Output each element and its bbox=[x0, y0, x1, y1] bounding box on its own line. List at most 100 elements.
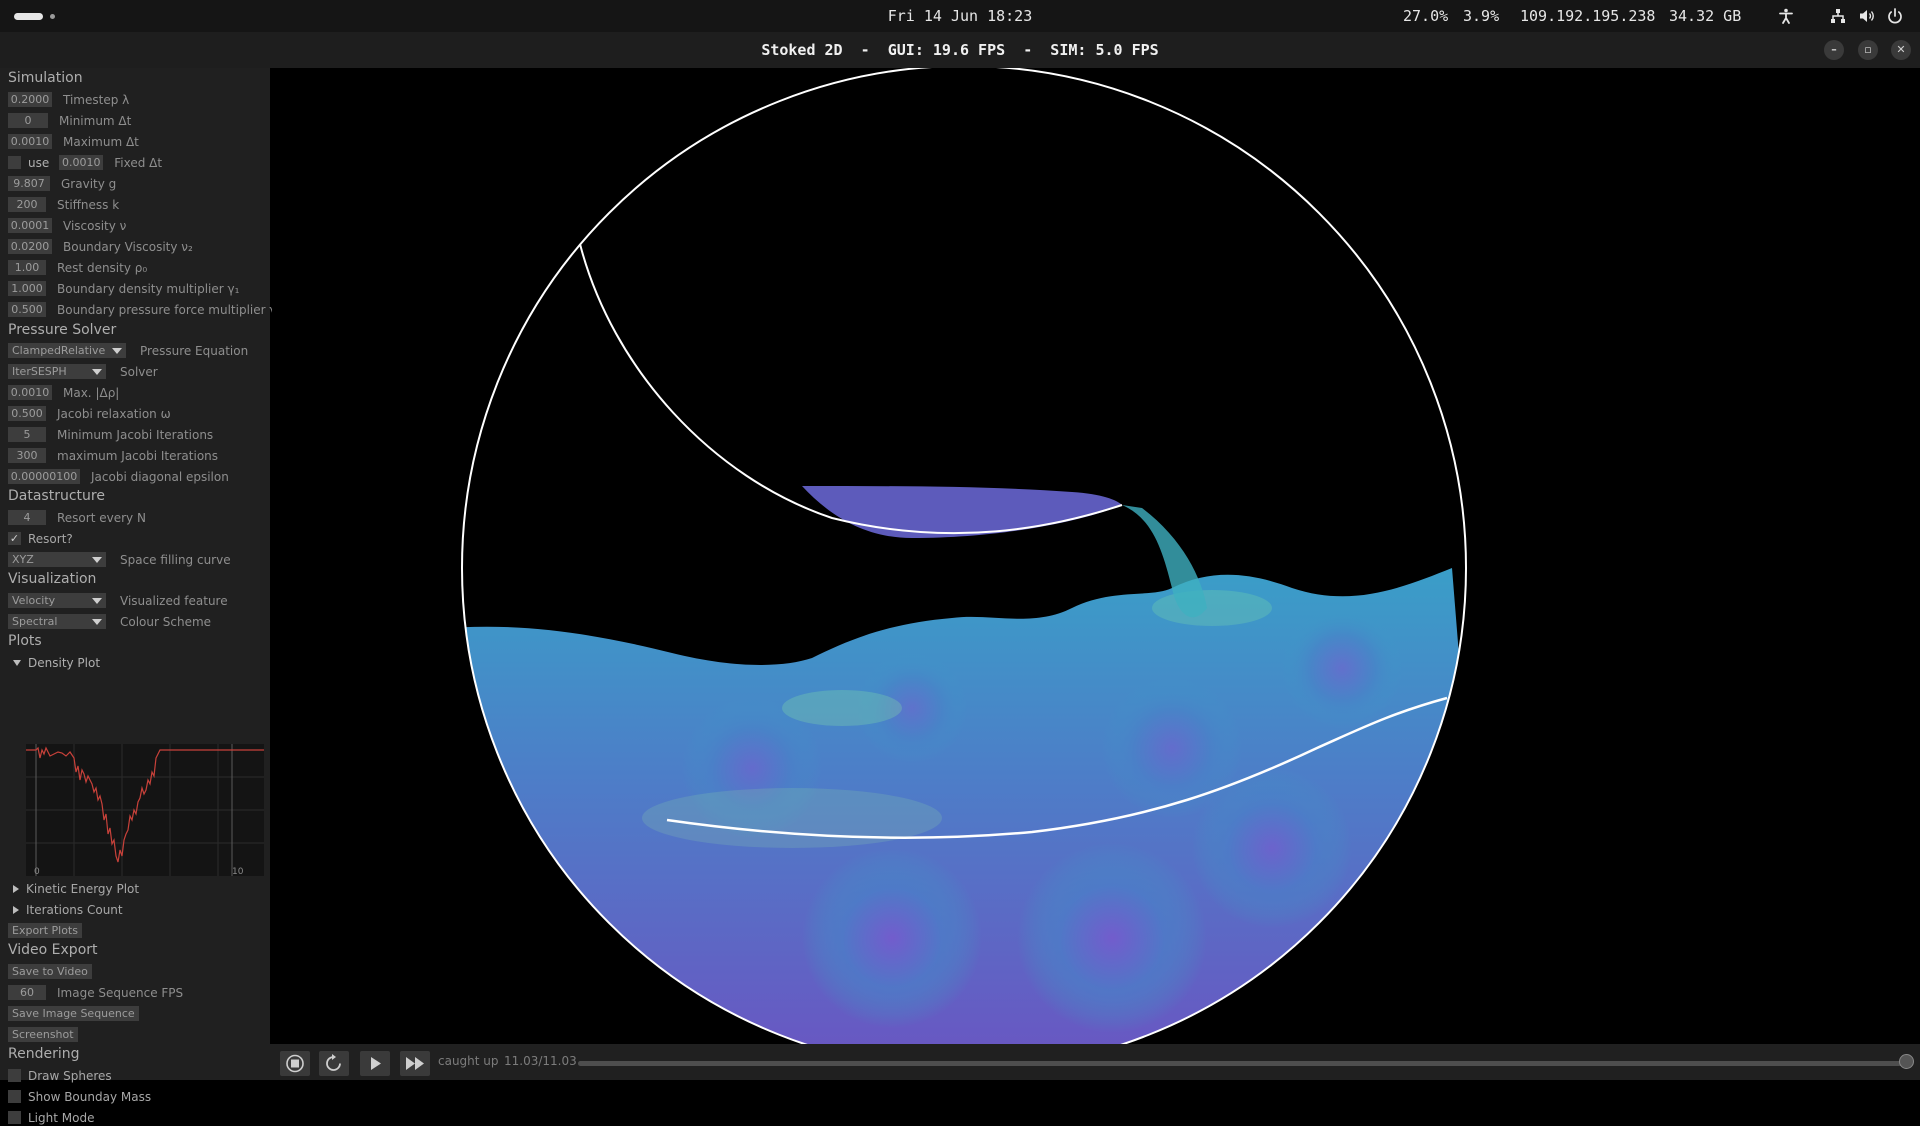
stiffness-input[interactable]: 200 bbox=[8, 197, 46, 212]
scheme-dropdown[interactable]: Spectral bbox=[8, 614, 106, 629]
fixed-dt-use-label: use bbox=[28, 155, 50, 170]
save-video-button[interactable]: Save to Video bbox=[8, 964, 92, 979]
maximize-button[interactable]: ▫ bbox=[1858, 40, 1878, 60]
solver-row: IterSESPH Solver bbox=[8, 363, 158, 380]
pressure-equation-dropdown[interactable]: ClampedRelative bbox=[8, 343, 126, 358]
resort-input[interactable]: 4 bbox=[8, 510, 46, 525]
max-dt-input[interactable]: 0.0010 bbox=[8, 134, 52, 149]
max-jacobi-row: 300 maximum Jacobi Iterations bbox=[8, 447, 218, 464]
close-button[interactable]: ✕ bbox=[1891, 40, 1911, 60]
boundary-viscosity-input[interactable]: 0.0200 bbox=[8, 239, 52, 254]
max-drho-input[interactable]: 0.0010 bbox=[8, 385, 52, 400]
plot-x-tick-end: 10 bbox=[232, 867, 244, 876]
accessibility-icon[interactable] bbox=[1777, 7, 1795, 25]
feature-dropdown[interactable]: Velocity bbox=[8, 593, 106, 608]
gravity-input[interactable]: 9.807 bbox=[8, 176, 50, 191]
reset-button[interactable] bbox=[319, 1051, 349, 1076]
fps-input[interactable]: 60 bbox=[8, 985, 46, 1000]
stiffness-row: 200 Stiffness k bbox=[8, 196, 119, 213]
save-sequence-button[interactable]: Save Image Sequence bbox=[8, 1006, 139, 1021]
max-jacobi-label: maximum Jacobi Iterations bbox=[57, 448, 219, 463]
jacobi-eps-label: Jacobi diagonal epsilon bbox=[91, 469, 229, 484]
draw-spheres-checkbox[interactable] bbox=[8, 1069, 21, 1082]
scheme-label: Colour Scheme bbox=[120, 614, 212, 629]
record-button[interactable] bbox=[280, 1051, 310, 1076]
cpu-usage: 27.0% bbox=[1403, 7, 1449, 25]
network-icon[interactable] bbox=[1829, 7, 1847, 25]
rest-density-input[interactable]: 1.00 bbox=[8, 260, 46, 275]
boundary-pressure-input[interactable]: 0.500 bbox=[8, 302, 46, 317]
resort-check-row: ✓ Resort? bbox=[8, 530, 73, 547]
fluid-body bbox=[462, 486, 1466, 1044]
max-jacobi-input[interactable]: 300 bbox=[8, 448, 46, 463]
boundary-pressure-row: 0.500 Boundary pressure force multiplier… bbox=[8, 301, 281, 318]
boundary-density-row: 1.000 Boundary density multiplier γ₁ bbox=[8, 280, 239, 297]
boundary-mass-checkbox[interactable] bbox=[8, 1090, 21, 1103]
save-sequence-row: Save Image Sequence bbox=[8, 1005, 139, 1022]
record-icon bbox=[286, 1054, 304, 1073]
resort-label: Resort every N bbox=[57, 510, 146, 525]
plot-x-tick-start: 0 bbox=[34, 867, 40, 876]
gravity-label: Gravity g bbox=[61, 176, 117, 191]
minimize-button[interactable]: – bbox=[1824, 40, 1844, 60]
memory-usage: 3.9% bbox=[1463, 7, 1500, 25]
jacobi-eps-input[interactable]: 0.00000100 bbox=[8, 469, 80, 484]
chevron-down-icon bbox=[92, 597, 102, 604]
timestep-input[interactable]: 0.2000 bbox=[8, 92, 52, 107]
min-dt-input[interactable]: 0 bbox=[8, 113, 48, 128]
viscosity-input[interactable]: 0.0001 bbox=[8, 218, 52, 233]
curve-value: XYZ bbox=[12, 553, 34, 566]
screenshot-button[interactable]: Screenshot bbox=[8, 1027, 78, 1042]
timestep-label: Timestep λ bbox=[63, 92, 130, 107]
window-title-bar[interactable]: Stoked 2D - GUI: 19.6 FPS - SIM: 5.0 FPS… bbox=[0, 32, 1920, 68]
timeline-track[interactable] bbox=[578, 1061, 1908, 1066]
fps-label: Image Sequence FPS bbox=[57, 985, 184, 1000]
stiffness-label: Stiffness k bbox=[57, 197, 120, 212]
triangle-down-icon bbox=[13, 659, 21, 666]
min-jacobi-input[interactable]: 5 bbox=[8, 427, 46, 442]
rest-density-label: Rest density ρ₀ bbox=[57, 260, 148, 275]
section-rendering: Rendering bbox=[8, 1046, 80, 1062]
triangle-right-icon bbox=[13, 884, 19, 893]
section-plots: Plots bbox=[8, 633, 42, 649]
boundary-pressure-label: Boundary pressure force multiplier γ₂ bbox=[57, 302, 282, 317]
feature-value: Velocity bbox=[12, 594, 56, 607]
boundary-density-input[interactable]: 1.000 bbox=[8, 281, 46, 296]
min-dt-label: Minimum Δt bbox=[59, 113, 132, 128]
curve-row: XYZ Space filling curve bbox=[8, 551, 231, 568]
fixed-dt-checkbox[interactable] bbox=[8, 156, 21, 169]
fixed-dt-label: Fixed Δt bbox=[114, 155, 163, 170]
iterations-plot-label: Iterations Count bbox=[26, 902, 123, 917]
viscosity-label: Viscosity ν bbox=[63, 218, 127, 233]
draw-spheres-row: Draw Spheres bbox=[8, 1067, 112, 1084]
reset-icon bbox=[326, 1054, 341, 1071]
timeline-handle[interactable] bbox=[1899, 1054, 1914, 1069]
power-icon[interactable] bbox=[1886, 7, 1904, 25]
rest-density-row: 1.00 Rest density ρ₀ bbox=[8, 259, 147, 276]
fixed-dt-input[interactable]: 0.0010 bbox=[59, 155, 104, 170]
solver-dropdown[interactable]: IterSESPH bbox=[8, 364, 106, 379]
density-plot-header[interactable]: Density Plot bbox=[8, 654, 100, 671]
triangle-right-icon bbox=[13, 905, 19, 914]
simulation-viewport[interactable] bbox=[272, 68, 1920, 1044]
resort-check-label: Resort? bbox=[28, 531, 73, 546]
solver-value: IterSESPH bbox=[12, 365, 67, 378]
jacobi-relax-row: 0.500 Jacobi relaxation ω bbox=[8, 405, 171, 422]
jacobi-relax-input[interactable]: 0.500 bbox=[8, 406, 46, 421]
fast-forward-button[interactable] bbox=[400, 1051, 430, 1076]
settings-panel: Simulation 0.2000 Timestep λ 0 Minimum Δ… bbox=[0, 68, 281, 1125]
boundary-viscosity-label: Boundary Viscosity ν₂ bbox=[63, 239, 193, 254]
boundary-mass-row: Show Bounday Mass bbox=[8, 1088, 151, 1105]
pressure-equation-row: ClampedRelative Pressure Equation bbox=[8, 342, 248, 359]
light-mode-checkbox[interactable] bbox=[8, 1111, 21, 1124]
boundary-viscosity-row: 0.0200 Boundary Viscosity ν₂ bbox=[8, 238, 193, 255]
resort-checkbox[interactable]: ✓ bbox=[8, 532, 21, 545]
play-button[interactable] bbox=[360, 1051, 390, 1076]
volume-icon[interactable] bbox=[1858, 7, 1876, 25]
kinetic-plot-header[interactable]: Kinetic Energy Plot bbox=[8, 880, 139, 897]
curve-dropdown[interactable]: XYZ bbox=[8, 552, 106, 567]
max-drho-label: Max. |Δρ| bbox=[63, 385, 120, 400]
light-mode-row: Light Mode bbox=[8, 1109, 94, 1126]
iterations-plot-header[interactable]: Iterations Count bbox=[8, 901, 123, 918]
export-plots-button[interactable]: Export Plots bbox=[8, 923, 82, 938]
